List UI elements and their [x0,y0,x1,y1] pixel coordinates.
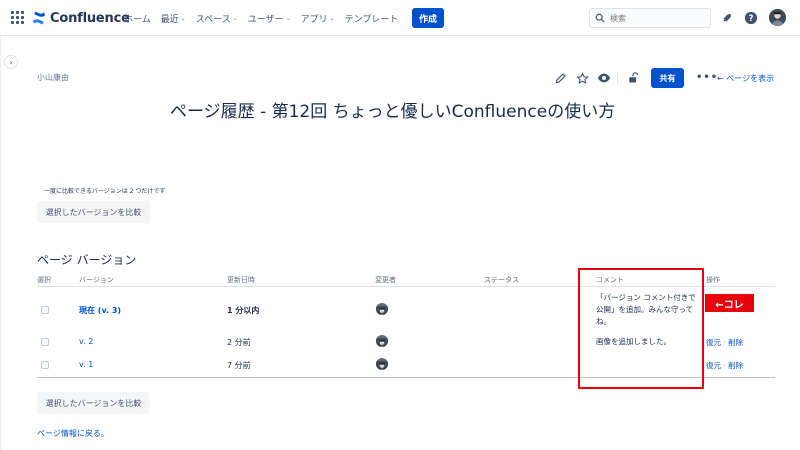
search-input[interactable] [610,13,705,23]
updated-time: 7 分前 [227,361,251,370]
chevron-down-icon: ⌄ [180,14,186,22]
delete-link[interactable]: 削除 [728,338,743,347]
menu-apps-label: アプリ [300,14,328,25]
share-button[interactable]: 共有 [651,68,684,88]
more-actions-button[interactable]: ••• [696,72,718,83]
column-header-author: 変更者 [375,276,396,284]
version-link[interactable]: v. 1 [79,360,93,369]
menu-apps[interactable]: アプリ ⌄ [301,12,335,25]
top-navigation: Confluence ホーム 最近 ⌄ スペース ⌄ ユーザー ⌄ アプリ ⌄ テンプレ… [0,0,800,36]
version-checkbox[interactable] [41,338,49,346]
breadcrumb[interactable]: 小山康由 [37,72,69,83]
watch-icon[interactable] [597,71,611,85]
chevron-down-icon: ⌄ [329,14,335,22]
chevron-right-icon: › [9,57,13,67]
row-actions: 復元 · 削除 [706,360,743,371]
confluence-logo[interactable]: Confluence [32,9,130,27]
column-header-select: 選択 [37,276,51,284]
menu-templates-label: テンプレート [344,14,399,25]
edit-icon[interactable] [553,71,567,85]
menu-people-label: ユーザー [247,14,284,25]
menu-templates[interactable]: テンプレート [345,12,399,25]
confluence-logo-icon [32,11,46,25]
menu-home[interactable]: ホーム [124,12,151,25]
search-box[interactable] [589,8,711,28]
chevron-down-icon: ⌄ [232,14,238,22]
section-title: ページ バージョン [37,253,137,267]
logo-text: Confluence [50,10,130,26]
restore-link[interactable]: 復元 [706,361,721,370]
main-menu: ホーム 最近 ⌄ スペース ⌄ ユーザー ⌄ アプリ ⌄ テンプレート [124,0,408,36]
updated-time: 1 分以内 [227,306,260,315]
restore-link[interactable]: 復元 [706,338,721,347]
page-title: ページ履歴 - 第12回 ちょっと優しいConfluenceの使い方 [170,102,616,122]
notification-icon[interactable] [718,10,734,26]
avatar[interactable] [376,335,388,347]
restrictions-unlock-icon[interactable] [626,71,640,85]
compare-versions-button-top[interactable]: 選択したバージョンを比較 [37,201,150,223]
version-link[interactable]: 現在 (v. 3) [79,305,121,316]
version-checkbox[interactable] [41,306,49,314]
create-button[interactable]: 作成 [412,8,444,28]
toolbar-divider [617,72,618,84]
annotation-highlight-box [578,268,704,389]
updated-time: 2 分前 [227,338,251,347]
search-icon [595,13,605,23]
help-icon[interactable]: ? [743,10,759,26]
column-header-actions: 操作 [706,276,720,284]
version-link[interactable]: v. 2 [79,337,93,346]
menu-spaces[interactable]: スペース ⌄ [196,12,238,25]
avatar[interactable] [376,303,388,315]
menu-home-label: ホーム [124,14,151,25]
menu-spaces-label: スペース [195,14,231,25]
avatar[interactable] [376,358,388,370]
svg-text:?: ? [748,14,753,24]
compare-versions-button-bottom[interactable]: 選択したバージョンを比較 [37,392,150,414]
column-header-version: バージョン [79,276,114,284]
compare-note: 一度に比較できるバージョンは 2 つだけです [44,188,166,195]
view-page-link[interactable]: ← ページを表示 [717,73,774,84]
app-switcher-icon[interactable] [11,11,25,25]
column-header-updated: 更新日時 [227,276,255,284]
menu-people[interactable]: ユーザー ⌄ [248,12,291,25]
chevron-down-icon: ⌄ [285,14,291,22]
sidebar-divider [0,36,1,450]
sidebar-expand-button[interactable]: › [4,55,18,69]
version-checkbox[interactable] [41,361,49,369]
column-header-status: ステータス [484,276,519,284]
annotation-callout: ←コレ [705,294,754,312]
avatar[interactable] [769,9,786,26]
menu-recent-label: 最近 [160,14,179,25]
delete-link[interactable]: 削除 [728,361,743,370]
menu-recent[interactable]: 最近 ⌄ [161,12,186,25]
star-icon[interactable] [575,71,589,85]
row-actions: 復元 · 削除 [706,337,743,348]
back-to-page-info-link[interactable]: ページ情報に戻る。 [37,428,109,439]
